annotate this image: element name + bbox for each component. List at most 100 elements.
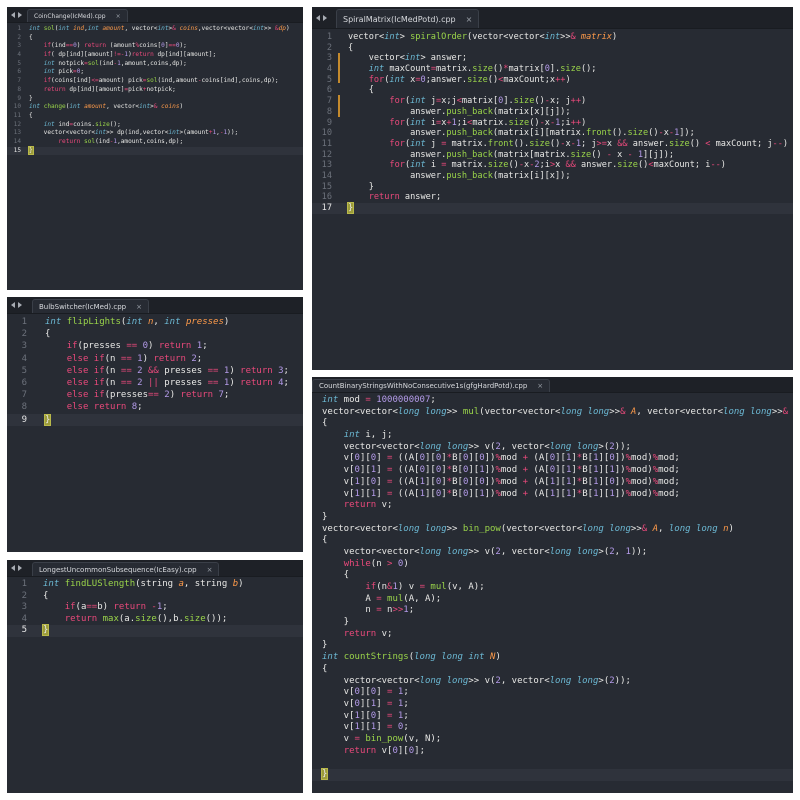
code-line[interactable]: 1 int sol(int ind,int amount, vector<int>… xyxy=(7,25,303,34)
arrow-right-icon[interactable] xyxy=(18,565,22,571)
code-line[interactable]: 5 else if(n == 2 && presses == 1) return… xyxy=(7,365,303,377)
code-line[interactable]: 12 int ind=coins.size(); xyxy=(7,121,303,130)
close-icon[interactable]: × xyxy=(466,15,473,24)
code-line[interactable]: 11 for(int j = matrix.front().size()-x-1… xyxy=(312,139,793,150)
code-line[interactable]: 14 answer.push_back(matrix[i][x]); xyxy=(312,171,793,182)
tab-coin-change[interactable]: CoinChange(IcMed).cpp × xyxy=(27,9,128,22)
code-line[interactable]: { xyxy=(312,535,793,547)
arrow-left-icon[interactable] xyxy=(11,565,15,571)
code-line[interactable]: { xyxy=(312,418,793,430)
code-line[interactable]: 15} xyxy=(7,145,303,156)
code-line[interactable]: v[1][0] = 1; xyxy=(312,711,793,723)
code-area[interactable]: 1 int flipLights(int n, int presses) 2{3 i… xyxy=(7,316,303,426)
close-icon[interactable]: × xyxy=(116,13,121,20)
code-line[interactable]: v[0][1] = ((A[0][0]*B[0][1])%mod + (A[0]… xyxy=(312,465,793,477)
code-line[interactable]: A = mul(A, A); xyxy=(312,594,793,606)
code-line[interactable]: } xyxy=(312,512,793,524)
code-line[interactable]: v[1][0] = ((A[1][0]*B[0][0])%mod + (A[1]… xyxy=(312,477,793,489)
code-line[interactable]: 5} xyxy=(7,624,303,637)
code-line[interactable]: 8 else return 8; xyxy=(7,401,303,413)
close-icon[interactable]: × xyxy=(537,382,543,390)
arrow-right-icon[interactable] xyxy=(323,14,327,21)
code-line[interactable]: return v; xyxy=(312,500,793,512)
code-line[interactable]: int mod = 1000000007; xyxy=(312,395,793,407)
code-line[interactable]: 13 vector<vector<int>> dp(ind,vector<int… xyxy=(7,129,303,138)
code-line[interactable]: vector<vector<long long>> bin_pow(vector… xyxy=(312,524,793,536)
tab-nav-arrows[interactable] xyxy=(11,560,22,576)
code-area[interactable]: 1 int findLUSlength(string a, string b) 2{… xyxy=(7,579,303,637)
tab-longest-uncommon-subsequence[interactable]: LongestUncommonSubsequence(IcEasy).cpp × xyxy=(32,562,220,576)
code-line[interactable]: 12 answer.push_back(matrix[matrix.size()… xyxy=(312,150,793,161)
code-line[interactable]: 2{ xyxy=(7,591,303,603)
code-line[interactable]: if(n&1) v = mul(v, A); xyxy=(312,582,793,594)
close-icon[interactable]: × xyxy=(136,303,142,311)
code-line[interactable]: 8 answer.push_back(matrix[x][j]); xyxy=(312,107,793,118)
code-line[interactable]: 1 int flipLights(int n, int presses) xyxy=(7,316,303,328)
tab-count-binary-strings[interactable]: CountBinaryStringsWithNoConsecutive1s(gf… xyxy=(312,379,551,392)
code-line[interactable] xyxy=(312,757,793,769)
code-line[interactable]: 3 if(presses == 0) return 1; xyxy=(7,340,303,352)
code-line[interactable]: v = bin_pow(v, N); xyxy=(312,734,793,746)
code-line[interactable]: 8 return dp[ind][amount]=pick+notpick; xyxy=(7,86,303,95)
code-area[interactable]: int mod = 1000000007; vector<vector<long … xyxy=(312,395,793,781)
code-line[interactable]: 5 for(int x=0;answer.size()<maxCount;x++… xyxy=(312,75,793,86)
code-line[interactable]: 9} xyxy=(7,413,303,426)
code-line[interactable]: return v; xyxy=(312,629,793,641)
code-line[interactable]: 3 if(ind==0) return (amount%coins[0]==0)… xyxy=(7,42,303,51)
code-line[interactable]: 9} xyxy=(7,95,303,104)
close-icon[interactable]: × xyxy=(207,566,213,574)
tab-nav-arrows[interactable] xyxy=(316,7,327,28)
code-line[interactable]: 17} xyxy=(312,202,793,214)
code-line[interactable]: 7 if(coins[ind]<=amount) pick=sol(ind,am… xyxy=(7,77,303,86)
arrow-right-icon[interactable] xyxy=(18,11,22,18)
code-line[interactable]: v[0][0] = 1; xyxy=(312,687,793,699)
code-line[interactable]: 7 for(int j=x;j<matrix[0].size()-x; j++) xyxy=(312,96,793,107)
code-line[interactable]: 16 return answer; xyxy=(312,192,793,203)
code-area[interactable]: 1 int sol(int ind,int amount, vector<int>… xyxy=(7,25,303,156)
code-line[interactable]: 7 else if(presses== 2) return 7; xyxy=(7,389,303,401)
code-line[interactable]: return v[0][0]; xyxy=(312,746,793,758)
tab-nav-arrows[interactable] xyxy=(11,297,22,313)
code-line[interactable]: int i, j; xyxy=(312,430,793,442)
arrow-left-icon[interactable] xyxy=(11,11,15,18)
code-line[interactable]: v[1][1] = 0; xyxy=(312,722,793,734)
code-line[interactable]: vector<vector<long long>> v(2, vector<lo… xyxy=(312,676,793,688)
code-line[interactable]: { xyxy=(312,570,793,582)
code-line[interactable]: 10 answer.push_back(matrix[i][matrix.fro… xyxy=(312,128,793,139)
code-area[interactable]: 1 vector<int> spiralOrder(vector<vector<i… xyxy=(312,32,793,214)
code-line[interactable]: 11 { xyxy=(7,112,303,121)
code-line[interactable]: 1 int findLUSlength(string a, string b) xyxy=(7,579,303,591)
code-line[interactable]: 2{ xyxy=(7,34,303,43)
code-line[interactable]: 4 int maxCount=matrix.size()*matrix[0].s… xyxy=(312,64,793,75)
code-line[interactable]: v[1][1] = ((A[1][0]*B[0][1])%mod + (A[1]… xyxy=(312,489,793,501)
code-line[interactable]: { xyxy=(312,664,793,676)
tab-nav-arrows[interactable] xyxy=(11,7,22,22)
code-line[interactable]: 4 return max(a.size(),b.size()); xyxy=(7,614,303,626)
code-line[interactable]: } xyxy=(312,640,793,652)
code-line[interactable]: vector<vector<long long>> mul(vector<vec… xyxy=(312,407,793,419)
code-line[interactable]: 9 for(int i=x+1;i<matrix.size()-x-1;i++) xyxy=(312,118,793,129)
code-line[interactable]: 10 int change(int amount, vector<int>& co… xyxy=(7,103,303,112)
code-line[interactable]: int countStrings(long long int N) xyxy=(312,652,793,664)
code-line[interactable]: 1 vector<int> spiralOrder(vector<vector<i… xyxy=(312,32,793,43)
arrow-right-icon[interactable] xyxy=(18,302,22,308)
code-line[interactable]: vector<vector<long long>> v(2, vector<lo… xyxy=(312,547,793,559)
code-line[interactable]: 2{ xyxy=(7,328,303,340)
code-line[interactable]: 15 } xyxy=(312,182,793,193)
code-line[interactable]: 2{ xyxy=(312,43,793,54)
code-line[interactable]: 4 if( dp[ind][amount]!=-1)return dp[ind]… xyxy=(7,51,303,60)
code-line[interactable]: } xyxy=(312,768,793,781)
code-line[interactable]: 13 for(int i = matrix.size()-x-2;i>x && … xyxy=(312,160,793,171)
code-line[interactable]: 6 { xyxy=(312,85,793,96)
tab-bulb-switcher[interactable]: BulbSwitcher(IcMed).cpp × xyxy=(32,299,149,313)
tab-spiral-matrix[interactable]: SpiralMatrix(IcMedPotd).cpp × xyxy=(336,9,480,28)
code-line[interactable]: 6 int pick=0; xyxy=(7,68,303,77)
code-line[interactable]: v[0][0] = ((A[0][0]*B[0][0])%mod + (A[0]… xyxy=(312,453,793,465)
code-line[interactable]: 6 else if(n == 2 || presses == 1) return… xyxy=(7,377,303,389)
arrow-left-icon[interactable] xyxy=(11,302,15,308)
code-line[interactable]: 3 vector<int> answer; xyxy=(312,53,793,64)
code-line[interactable]: v[0][1] = 1; xyxy=(312,699,793,711)
code-line[interactable]: while(n > 0) xyxy=(312,559,793,571)
code-line[interactable]: 14 return sol(ind-1,amount,coins,dp); xyxy=(7,138,303,147)
code-line[interactable]: n = n>>1; xyxy=(312,605,793,617)
